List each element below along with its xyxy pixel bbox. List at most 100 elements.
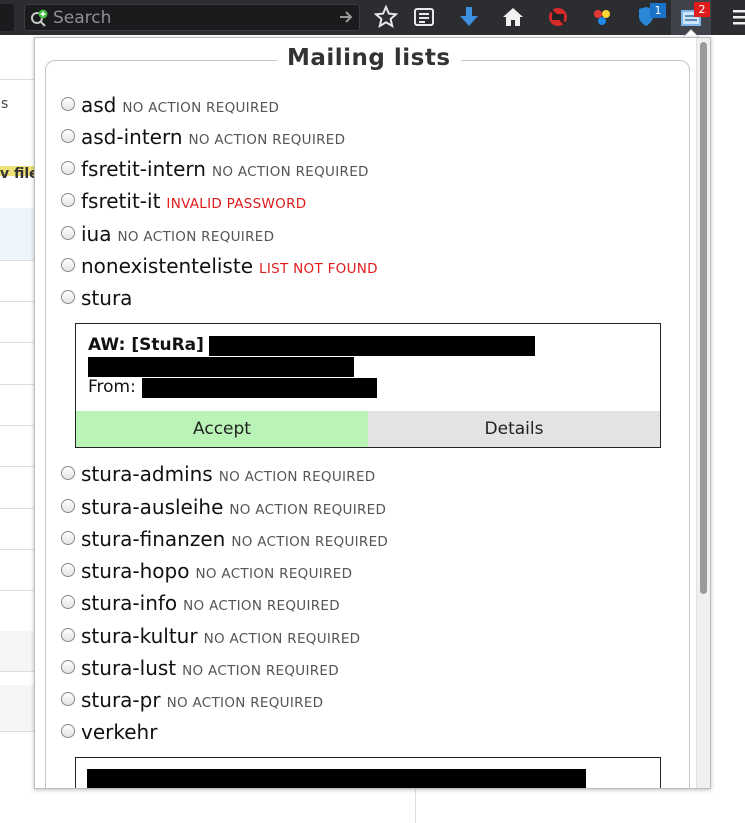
home-icon[interactable] (501, 5, 525, 29)
divider (0, 342, 34, 343)
table-row[interactable] (0, 208, 34, 260)
divider (0, 79, 34, 80)
divider (0, 671, 34, 672)
list-status: NO ACTION REQUIRED (203, 631, 361, 647)
pending-message-card: AW: [StuRa] From: Accept Details (75, 323, 661, 448)
divider (0, 425, 34, 426)
page-file-button[interactable]: v file (0, 166, 39, 182)
message-from-label: From: (88, 377, 136, 397)
accept-button[interactable]: Accept (76, 411, 368, 447)
popup-scrollbar[interactable] (696, 38, 710, 788)
list-label: iua NO ACTION REQUIRED (81, 222, 274, 246)
search-icon (31, 9, 48, 27)
list-name: stura (81, 286, 133, 310)
list-name: nonexistenteliste (81, 254, 254, 278)
list-radio-button[interactable] (61, 499, 75, 513)
search-go-arrow-icon[interactable] (339, 10, 353, 24)
list-label: asd-intern NO ACTION REQUIRED (81, 125, 345, 149)
list-name: stura-hopo (81, 559, 190, 583)
list-label: stura-hopo NO ACTION REQUIRED (81, 559, 352, 583)
blocker-extension-icon[interactable] (546, 5, 570, 29)
divider (0, 731, 34, 732)
list-status: NO ACTION REQUIRED (195, 566, 353, 582)
list-label: fsretit-it INVALID PASSWORD (81, 189, 306, 213)
list-name: iua (81, 222, 112, 246)
list-radio-button[interactable] (61, 660, 75, 674)
list-status: NO ACTION REQUIRED (211, 164, 369, 180)
redacted-subject-line2 (88, 357, 354, 377)
list-name: fsretit-it (81, 189, 161, 213)
list-radio-button[interactable] (61, 466, 75, 480)
list-name: stura-admins (81, 462, 213, 486)
downloads-badge: 1 (650, 3, 666, 18)
message-actions: Accept Details (76, 411, 660, 447)
divider (0, 549, 34, 550)
list-radio-button[interactable] (61, 531, 75, 545)
list-label: stura-admins NO ACTION REQUIRED (81, 462, 376, 486)
list-label: stura-lust NO ACTION REQUIRED (81, 656, 339, 680)
list-status: NO ACTION REQUIRED (229, 502, 387, 518)
list-radio-button[interactable] (61, 193, 75, 207)
list-radio-button[interactable] (61, 628, 75, 642)
list-radio-button[interactable] (61, 290, 75, 304)
scrollbar-thumb[interactable] (700, 42, 707, 594)
divider (0, 384, 34, 385)
list-name: stura-pr (81, 688, 161, 712)
message-subject: AW: [StuRa] (88, 335, 204, 355)
list-status: NO ACTION REQUIRED (166, 695, 324, 711)
list-name: stura-info (81, 591, 178, 615)
list-label: nonexistenteliste LIST NOT FOUND (81, 254, 378, 278)
list-name: fsretit-intern (81, 157, 206, 181)
list-label: stura-finanzen NO ACTION REQUIRED (81, 527, 388, 551)
list-label: stura-kultur NO ACTION REQUIRED (81, 624, 360, 648)
list-radio-button[interactable] (61, 226, 75, 240)
list-name: stura-lust (81, 656, 177, 680)
reading-list-icon[interactable] (412, 5, 436, 29)
list-label: stura-ausleihe NO ACTION REQUIRED (81, 495, 386, 519)
list-name: verkehr (81, 720, 158, 744)
download-icon[interactable] (457, 5, 481, 29)
list-label: stura-pr NO ACTION REQUIRED (81, 688, 323, 712)
list-status: NO ACTION REQUIRED (231, 534, 389, 550)
browser-toolbar: Search 1 2 (0, 0, 745, 35)
list-label: stura-info NO ACTION REQUIRED (81, 591, 340, 615)
table-row[interactable] (0, 631, 34, 671)
list-status: NO ACTION REQUIRED (182, 663, 339, 679)
list-radio-button[interactable] (61, 692, 75, 706)
list-radio-button[interactable] (61, 595, 75, 609)
search-input[interactable]: Search (24, 4, 360, 31)
list-radio-button[interactable] (61, 724, 75, 738)
list-radio-button[interactable] (61, 563, 75, 577)
menu-icon[interactable] (730, 5, 745, 29)
list-radio-button[interactable] (61, 258, 75, 272)
pending-message-card (75, 757, 661, 788)
list-name: stura-finanzen (81, 527, 226, 551)
table-row[interactable] (0, 685, 34, 731)
page-left-text: s (1, 96, 9, 112)
color-dots-extension-icon[interactable] (590, 5, 614, 29)
list-radio-button[interactable] (61, 129, 75, 143)
details-button[interactable]: Details (368, 411, 660, 447)
popup-title: Mailing lists (277, 45, 461, 71)
list-name: asd (81, 93, 117, 117)
bookmark-star-icon[interactable] (374, 5, 398, 29)
list-label: fsretit-intern NO ACTION REQUIRED (81, 157, 369, 181)
list-status: LIST NOT FOUND (259, 261, 378, 277)
list-name: asd-intern (81, 125, 183, 149)
mailman-badge: 2 (694, 2, 710, 17)
url-bar-edge[interactable] (0, 4, 14, 31)
divider (0, 590, 34, 591)
redacted-subject (209, 336, 535, 356)
list-radio-button[interactable] (61, 161, 75, 175)
divider (0, 301, 34, 302)
divider (0, 260, 34, 261)
list-radio-button[interactable] (61, 97, 75, 111)
divider (0, 466, 34, 467)
list-label: stura (81, 286, 132, 310)
list-status: NO ACTION REQUIRED (122, 100, 280, 116)
mailing-lists-popup: Mailing lists asd NO ACTION REQUIRED asd-i… (34, 37, 711, 789)
list-status: NO ACTION REQUIRED (183, 598, 340, 614)
list-label: verkehr (81, 720, 157, 744)
list-name: stura-kultur (81, 624, 198, 648)
list-status: NO ACTION REQUIRED (188, 132, 346, 148)
